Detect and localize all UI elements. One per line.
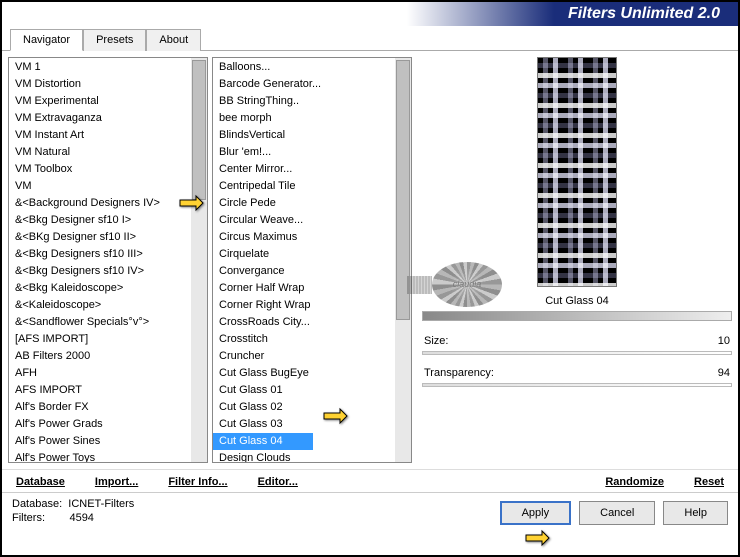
apply-button[interactable]: Apply: [500, 501, 572, 525]
filter-list[interactable]: Balloons...Barcode Generator...BB String…: [213, 58, 395, 462]
list-item[interactable]: AFH: [9, 365, 191, 382]
list-item[interactable]: Circle Pede: [213, 195, 395, 212]
list-item[interactable]: Center Mirror...: [213, 161, 395, 178]
list-item[interactable]: BlindsVertical: [213, 127, 395, 144]
list-item[interactable]: Cirquelate: [213, 246, 395, 263]
param-trans-label: Transparency:: [424, 367, 494, 379]
preview-title-bar: [422, 311, 732, 321]
help-button[interactable]: Help: [663, 501, 728, 525]
list-item[interactable]: Alf's Power Toys: [9, 450, 191, 462]
list-item[interactable]: VM 1: [9, 59, 191, 76]
list-item[interactable]: &<Bkg Designers sf10 IV>: [9, 263, 191, 280]
list-item[interactable]: VM Toolbox: [9, 161, 191, 178]
list-item[interactable]: Blur 'em!...: [213, 144, 395, 161]
preview-image: [537, 57, 617, 287]
content-area: VM 1VM DistortionVM ExperimentalVM Extra…: [2, 51, 738, 469]
list-item[interactable]: Cut Glass BugEye: [213, 365, 395, 382]
status-filters-value: 4594: [69, 512, 93, 524]
list-item[interactable]: Alf's Power Grads: [9, 416, 191, 433]
scroll-thumb[interactable]: [192, 60, 206, 200]
list-item[interactable]: &<Background Designers IV>: [9, 195, 191, 212]
button-row: Apply Cancel Help: [500, 501, 728, 525]
list-item[interactable]: VM Natural: [9, 144, 191, 161]
list-item[interactable]: Corner Right Wrap: [213, 297, 395, 314]
filter-scrollbar[interactable]: [395, 58, 411, 462]
category-scrollbar[interactable]: [191, 58, 207, 462]
link-editor[interactable]: Editor...: [258, 476, 298, 488]
list-item[interactable]: Balloons...: [213, 59, 395, 76]
status-info: Database: ICNET-Filters Filters: 4594: [12, 497, 134, 525]
cancel-button[interactable]: Cancel: [579, 501, 655, 525]
preview-pane: Cut Glass 04 Size: 10 Transparency: 94: [416, 57, 732, 463]
link-randomize[interactable]: Randomize: [605, 476, 664, 488]
list-item[interactable]: bee morph: [213, 110, 395, 127]
list-item[interactable]: Cut Glass 04: [213, 433, 313, 450]
main-window: Filters Unlimited 2.0 Navigator Presets …: [0, 0, 740, 557]
size-slider[interactable]: [422, 351, 732, 355]
param-transparency: Transparency: 94: [422, 365, 732, 381]
list-item[interactable]: &<Bkg Designers sf10 III>: [9, 246, 191, 263]
list-item[interactable]: VM: [9, 178, 191, 195]
list-item[interactable]: &<Sandflower Specials°v°>: [9, 314, 191, 331]
list-item[interactable]: Crosstitch: [213, 331, 395, 348]
list-item[interactable]: VM Instant Art: [9, 127, 191, 144]
list-item[interactable]: Cruncher: [213, 348, 395, 365]
link-reset[interactable]: Reset: [694, 476, 724, 488]
tab-about[interactable]: About: [146, 29, 201, 51]
list-item[interactable]: Convergance: [213, 263, 395, 280]
list-item[interactable]: &<Bkg Designer sf10 I>: [9, 212, 191, 229]
list-item[interactable]: AB Filters 2000: [9, 348, 191, 365]
category-list[interactable]: VM 1VM DistortionVM ExperimentalVM Extra…: [9, 58, 191, 462]
status-db-label: Database:: [12, 498, 62, 510]
title-bar: Filters Unlimited 2.0: [2, 2, 738, 26]
list-item[interactable]: Barcode Generator...: [213, 76, 395, 93]
param-size-value: 10: [718, 335, 730, 347]
category-list-panel: VM 1VM DistortionVM ExperimentalVM Extra…: [8, 57, 208, 463]
status-db-value: ICNET-Filters: [68, 498, 134, 510]
list-item[interactable]: [AFS IMPORT]: [9, 331, 191, 348]
link-bar: Database Import... Filter Info... Editor…: [2, 469, 738, 492]
list-item[interactable]: AFS IMPORT: [9, 382, 191, 399]
list-item[interactable]: &<Bkg Kaleidoscope>: [9, 280, 191, 297]
tab-strip: Navigator Presets About: [2, 28, 738, 51]
status-bar: Database: ICNET-Filters Filters: 4594 Ap…: [2, 492, 738, 529]
list-item[interactable]: Alf's Power Sines: [9, 433, 191, 450]
transparency-slider[interactable]: [422, 383, 732, 387]
list-item[interactable]: CrossRoads City...: [213, 314, 395, 331]
list-item[interactable]: &<BKg Designer sf10 II>: [9, 229, 191, 246]
list-item[interactable]: Alf's Border FX: [9, 399, 191, 416]
filter-list-panel: Balloons...Barcode Generator...BB String…: [212, 57, 412, 463]
param-trans-value: 94: [718, 367, 730, 379]
list-item[interactable]: VM Experimental: [9, 93, 191, 110]
list-item[interactable]: BB StringThing..: [213, 93, 395, 110]
list-item[interactable]: Circular Weave...: [213, 212, 395, 229]
tab-presets[interactable]: Presets: [83, 29, 146, 51]
watermark-logo: claudia: [432, 262, 502, 307]
list-item[interactable]: VM Distortion: [9, 76, 191, 93]
list-item[interactable]: Circus Maximus: [213, 229, 395, 246]
link-database[interactable]: Database: [16, 476, 65, 488]
list-item[interactable]: &<Kaleidoscope>: [9, 297, 191, 314]
param-size: Size: 10: [422, 333, 732, 349]
list-item[interactable]: Cut Glass 02: [213, 399, 395, 416]
list-item[interactable]: Cut Glass 01: [213, 382, 395, 399]
tab-navigator[interactable]: Navigator: [10, 29, 83, 51]
list-item[interactable]: VM Extravaganza: [9, 110, 191, 127]
list-item[interactable]: Centripedal Tile: [213, 178, 395, 195]
list-item[interactable]: Design Clouds: [213, 450, 395, 462]
list-item[interactable]: Cut Glass 03: [213, 416, 395, 433]
app-title: Filters Unlimited 2.0: [568, 5, 720, 23]
status-filters-label: Filters:: [12, 512, 45, 524]
param-size-label: Size:: [424, 335, 448, 347]
list-item[interactable]: Corner Half Wrap: [213, 280, 395, 297]
pointer-icon: [524, 527, 550, 549]
link-filterinfo[interactable]: Filter Info...: [168, 476, 227, 488]
link-import[interactable]: Import...: [95, 476, 138, 488]
